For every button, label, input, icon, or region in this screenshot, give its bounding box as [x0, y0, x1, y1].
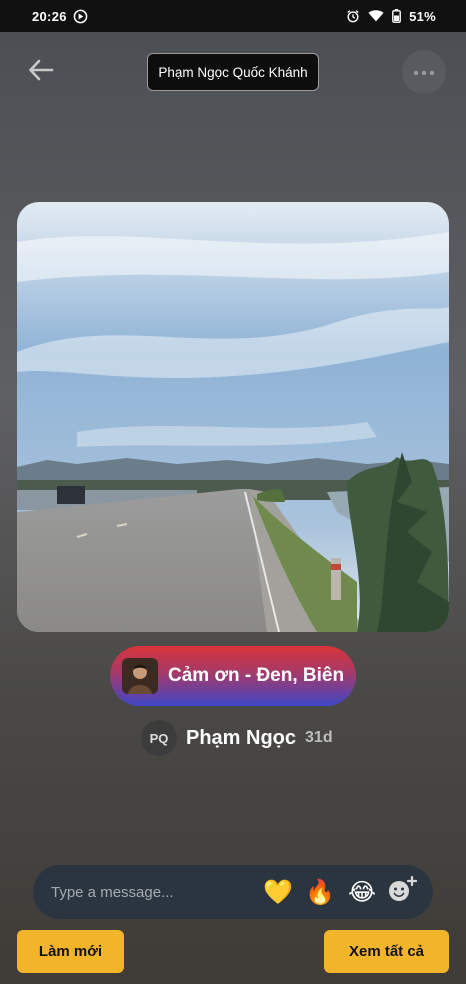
battery-icon — [392, 9, 401, 23]
media-play-icon — [73, 9, 88, 24]
music-title: Cảm ơn - Đen, Biên — [168, 665, 345, 686]
post-photo[interactable] — [17, 202, 449, 632]
see-all-button[interactable]: Xem tất cả — [324, 930, 449, 973]
wifi-icon — [368, 9, 384, 23]
more-horizontal-icon — [413, 63, 435, 81]
alarm-icon — [346, 9, 360, 23]
status-time: 20:26 — [32, 8, 67, 24]
status-bar: 20:26 51% — [0, 0, 466, 32]
album-art — [122, 658, 158, 694]
reaction-fire-button[interactable]: 🔥 — [299, 872, 341, 912]
reaction-laugh-button[interactable]: 😂 — [341, 872, 383, 912]
message-bar: 💛 🔥 😂 — [33, 865, 433, 919]
message-input[interactable] — [49, 871, 257, 913]
avatar[interactable]: PQ — [141, 720, 177, 756]
music-chip[interactable]: Cảm ơn - Đen, Biên — [110, 646, 356, 706]
add-emoji-icon — [387, 875, 418, 909]
author-info[interactable]: PQ Phạm Ngọc 31d — [141, 720, 333, 756]
refresh-button[interactable]: Làm mới — [17, 930, 124, 973]
arrow-left-icon — [28, 59, 54, 86]
battery-percent: 51% — [409, 8, 436, 24]
author-name[interactable]: Phạm Ngọc — [186, 727, 296, 750]
page-title: Phạm Ngọc Quốc Khánh — [147, 53, 319, 91]
back-button[interactable] — [24, 56, 58, 88]
more-options-button[interactable] — [402, 50, 446, 94]
add-reaction-button[interactable] — [383, 872, 421, 912]
post-time: 31d — [305, 729, 333, 746]
top-bar: Phạm Ngọc Quốc Khánh — [0, 48, 466, 96]
reaction-heart-button[interactable]: 💛 — [257, 872, 299, 912]
